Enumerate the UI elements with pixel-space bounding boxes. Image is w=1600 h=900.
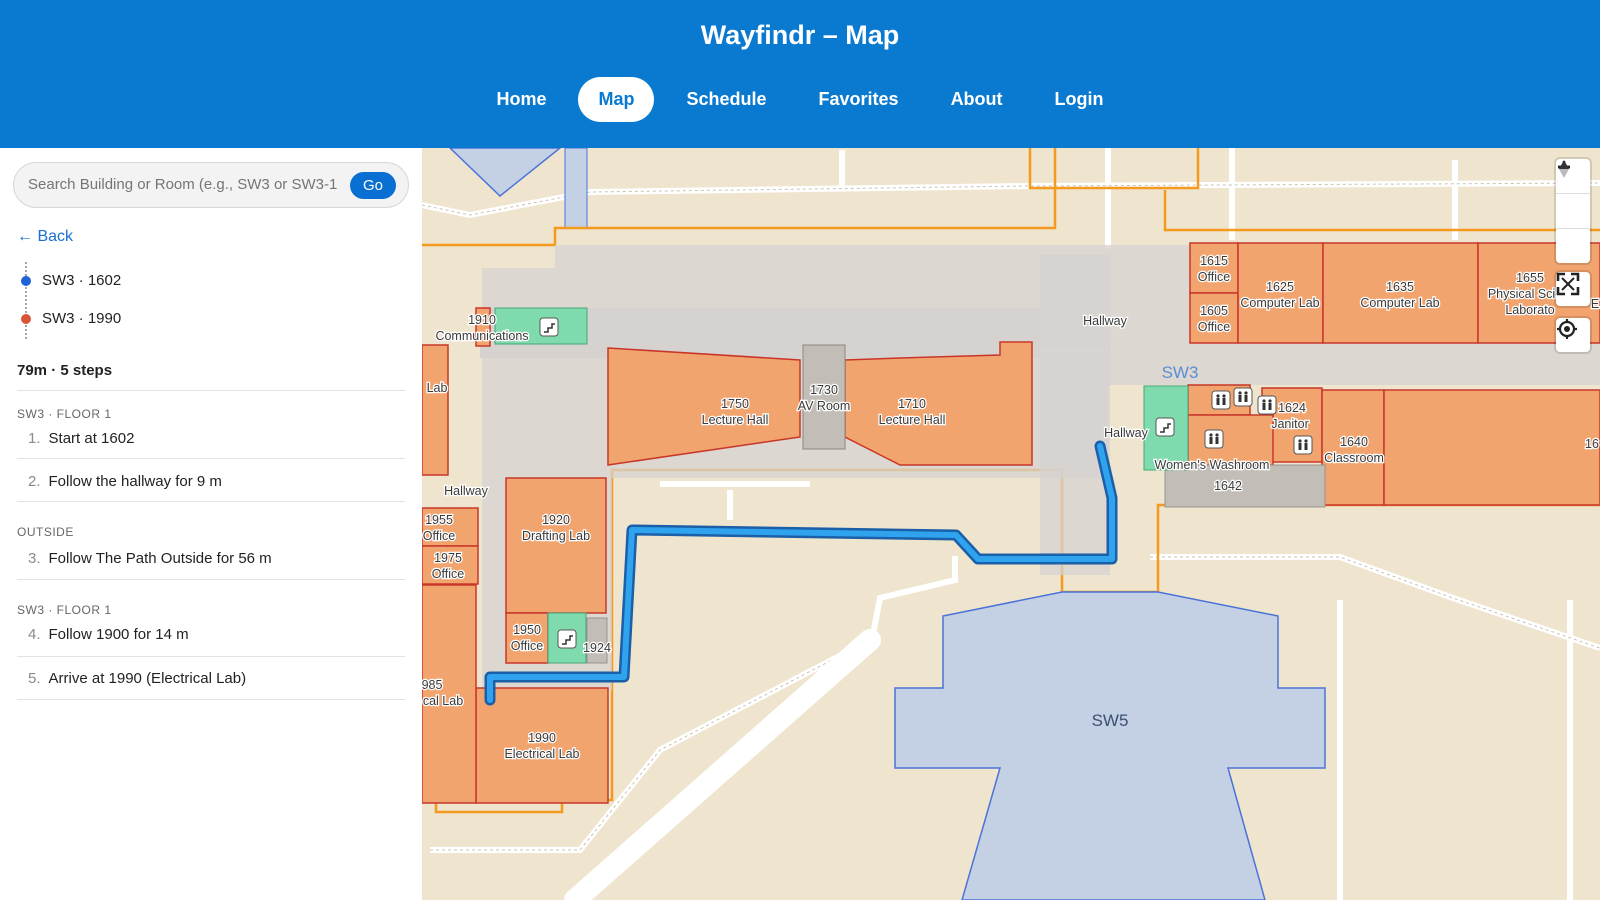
label-womens-washroom: Women's Washroom (1155, 458, 1270, 472)
washroom-icon (1293, 435, 1313, 455)
route-summary: 79m · 5 steps (17, 362, 113, 379)
room-1730 (802, 344, 846, 450)
section-heading: SW3 · FLOOR 1 (17, 407, 112, 421)
direction-step[interactable]: 4. Follow 1900 for 14 m (28, 626, 189, 643)
section-heading: OUTSIDE (17, 525, 74, 539)
washroom-icon (1257, 395, 1277, 415)
stairs-icon (557, 629, 577, 649)
crosshair-icon (1557, 319, 1577, 339)
fullscreen-control (1556, 272, 1590, 306)
start-marker-icon (21, 276, 31, 286)
room-1615 (1189, 242, 1239, 294)
label-hallway: Hallway (444, 484, 489, 498)
building-label-sw5: SW5 (1092, 711, 1129, 730)
go-button[interactable]: Go (350, 172, 396, 199)
building-top-left (448, 148, 562, 197)
label-1924: 1924 (583, 641, 611, 655)
route-connector-bottom (25, 325, 27, 339)
label-partial-16: 16 (1585, 437, 1599, 451)
label-partial-lab: Lab (427, 381, 448, 395)
divider (17, 458, 405, 459)
room-partial-lab (422, 344, 449, 476)
divider (17, 501, 405, 502)
building-label-sw3: SW3 (1162, 363, 1199, 382)
search-box: Go (13, 162, 409, 208)
route-connector-top (25, 262, 27, 276)
washroom-icon (1233, 387, 1253, 407)
campus-map[interactable]: 1615 Office 1605 Office 1625 Computer Lab 1… (422, 148, 1600, 900)
room-east (1383, 389, 1600, 506)
end-marker-icon (21, 314, 31, 324)
divider (17, 699, 405, 700)
direction-step[interactable]: 1. Start at 1602 (28, 430, 134, 447)
fullscreen-button[interactable] (1556, 272, 1590, 306)
divider (17, 579, 405, 580)
nav-map[interactable]: Map (578, 77, 655, 122)
route-connector (25, 287, 27, 313)
route-end: SW3 · 1990 (42, 310, 122, 327)
label-hallway: Hallway (1104, 426, 1149, 440)
stairs-icon (539, 317, 559, 337)
nav-login[interactable]: Login (1035, 77, 1124, 122)
compass-icon (1559, 160, 1569, 178)
main-nav: Home Map Schedule Favorites About Login (0, 77, 1600, 122)
nav-schedule[interactable]: Schedule (666, 77, 786, 122)
zoom-controls (1556, 159, 1590, 263)
section-heading: SW3 · FLOOR 1 (17, 603, 112, 617)
label-1642: 1642 (1214, 479, 1242, 493)
search-input[interactable] (28, 163, 338, 205)
nav-home[interactable]: Home (476, 77, 566, 122)
room-1920 (505, 477, 607, 614)
label-partial-e: E (1591, 297, 1599, 311)
directions-panel: Go ← Back SW3 · 1602 SW3 · 1990 79m · 5 … (0, 148, 423, 900)
app-header: Wayfindr – Map Home Map Schedule Favorit… (0, 0, 1600, 148)
room-1950 (505, 612, 549, 664)
room-1710 (844, 341, 1033, 466)
route-start: SW3 · 1602 (42, 272, 122, 289)
room-1990 (475, 687, 609, 804)
nav-about[interactable]: About (931, 77, 1023, 122)
reset-north-button[interactable] (1556, 160, 1590, 263)
sw5-building (894, 591, 1326, 900)
washroom-icon (1204, 429, 1224, 449)
map-canvas[interactable]: 1615 Office 1605 Office 1625 Computer Lab 1… (422, 148, 1600, 900)
back-link[interactable]: ← Back (17, 228, 73, 246)
locate-button[interactable] (1556, 318, 1590, 352)
fullscreen-icon (1556, 272, 1580, 296)
room-1605 (1189, 292, 1239, 344)
washroom-icon (1211, 390, 1231, 410)
direction-step[interactable]: 3. Follow The Path Outside for 56 m (28, 550, 272, 567)
divider (17, 390, 405, 391)
building-top-left-wing (564, 148, 588, 229)
stairs-icon (1155, 417, 1175, 437)
zoom-out-button[interactable] (1556, 165, 1590, 229)
label-hallway: Hallway (1083, 314, 1128, 328)
sw3-hallway-spine (1040, 255, 1110, 575)
divider (17, 656, 405, 657)
nav-favorites[interactable]: Favorites (799, 77, 919, 122)
app-title: Wayfindr – Map (700, 20, 900, 50)
direction-step[interactable]: 5. Arrive at 1990 (Electrical Lab) (28, 670, 246, 687)
locate-control (1556, 318, 1590, 352)
direction-step[interactable]: 2. Follow the hallway for 9 m (28, 473, 222, 490)
